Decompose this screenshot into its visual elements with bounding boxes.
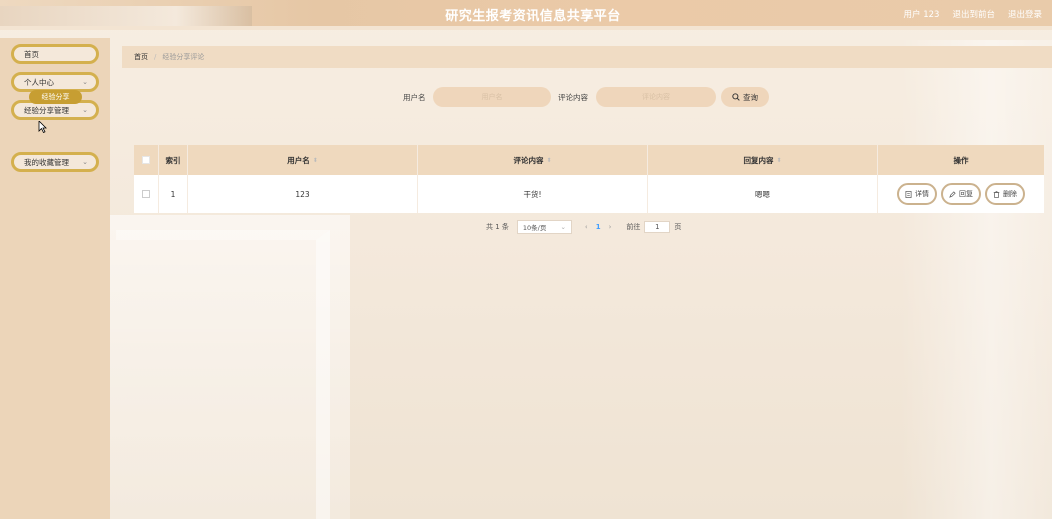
- top-header: 研究生报考资讯信息共享平台 用户 123 退出到前台 退出登录: [0, 0, 1052, 30]
- column-header-label: 索引: [165, 155, 181, 165]
- delete-button-label: 删除: [1003, 190, 1017, 198]
- cell-username: 123: [188, 175, 418, 213]
- sidebar-subitem-experience-share[interactable]: 经验分享: [29, 90, 82, 104]
- sidebar-item-personal-center[interactable]: 个人中心 ⌄: [11, 72, 99, 92]
- page-suffix: 页: [674, 223, 682, 231]
- query-button[interactable]: 查询: [721, 87, 769, 107]
- header-select-all[interactable]: [134, 145, 159, 175]
- background-frame: [116, 230, 330, 519]
- comments-table: 索引 用户名 ⬍ 评论内容 ⬍ 回复内容 ⬍ 操作 1 123 干货! 嗯嗯 详情 回…: [134, 145, 1044, 213]
- table-row: 1 123 干货! 嗯嗯 详情 回复 删除: [134, 175, 1044, 213]
- sort-icon[interactable]: ⬍: [546, 157, 551, 164]
- logout-link[interactable]: 退出登录: [1008, 8, 1042, 20]
- breadcrumb-current: 经验分享评论: [162, 53, 205, 61]
- next-page-icon[interactable]: ›: [609, 223, 612, 231]
- comment-label: 评论内容: [558, 93, 588, 102]
- username-label: 用户名: [403, 93, 426, 102]
- cell-reply: 嗯嗯: [648, 175, 878, 213]
- column-header-index: 索引: [159, 145, 188, 175]
- cell-comment: 干货!: [418, 175, 648, 213]
- chevron-down-icon: ⌄: [82, 78, 88, 86]
- column-header-label: 操作: [953, 155, 969, 165]
- select-all-checkbox[interactable]: [142, 156, 150, 164]
- sidebar-item-label: 经验分享管理: [24, 105, 69, 115]
- search-icon: [732, 93, 740, 101]
- trash-icon: [993, 190, 1000, 198]
- cell-operations: 详情 回复 删除: [878, 175, 1044, 213]
- goto-page-input[interactable]: 1: [644, 221, 671, 233]
- app-title: 研究生报考资讯信息共享平台: [445, 9, 621, 24]
- exit-to-frontend-link[interactable]: 退出到前台: [952, 8, 995, 20]
- column-header-reply[interactable]: 回复内容 ⬍: [648, 145, 878, 175]
- header-actions: 用户 123 退出到前台 退出登录: [904, 8, 1042, 20]
- reply-button-label: 回复: [959, 190, 973, 198]
- reply-button[interactable]: 回复: [941, 183, 981, 205]
- detail-button-label: 详情: [915, 190, 929, 198]
- row-select[interactable]: [134, 175, 159, 213]
- sidebar-item-label: 首页: [24, 49, 39, 59]
- row-checkbox[interactable]: [142, 190, 150, 198]
- column-header-operations: 操作: [878, 145, 1044, 175]
- current-page-number[interactable]: 1: [596, 223, 601, 231]
- cell-index: 1: [159, 175, 188, 213]
- sort-icon[interactable]: ⬍: [776, 157, 781, 164]
- column-header-comment[interactable]: 评论内容 ⬍: [418, 145, 648, 175]
- chevron-down-icon: ⌄: [560, 223, 566, 231]
- page-size-select[interactable]: 10条/页 ⌄: [516, 220, 572, 234]
- sort-icon[interactable]: ⬍: [313, 157, 318, 164]
- sidebar-item-label: 我的收藏管理: [24, 157, 69, 167]
- document-icon: [905, 190, 912, 198]
- prev-page-icon[interactable]: ‹: [585, 223, 588, 231]
- pagination-total: 共 1 条: [486, 223, 509, 231]
- pagination: 共 1 条 10条/页 ⌄ ‹ 1 › 前往 1 页: [486, 220, 681, 234]
- delete-button[interactable]: 删除: [985, 183, 1025, 205]
- breadcrumb-home[interactable]: 首页: [134, 52, 148, 62]
- current-user: 用户 123: [903, 10, 940, 20]
- background-glow: [900, 40, 1052, 519]
- table-header-row: 索引 用户名 ⬍ 评论内容 ⬍ 回复内容 ⬍ 操作: [134, 145, 1044, 175]
- sidebar-item-favorites-management[interactable]: 我的收藏管理 ⌄: [11, 152, 99, 172]
- column-header-username[interactable]: 用户名 ⬍: [188, 145, 418, 175]
- username-search-input[interactable]: [433, 87, 551, 107]
- query-button-label: 查询: [743, 92, 758, 102]
- mouse-cursor-icon: [38, 121, 47, 133]
- breadcrumb: 首页 / 经验分享评论: [122, 46, 1052, 68]
- chevron-down-icon: ⌄: [82, 158, 88, 166]
- column-header-label: 评论内容: [513, 155, 544, 165]
- breadcrumb-separator: /: [154, 53, 157, 61]
- goto-label: 前往: [626, 223, 641, 231]
- column-header-label: 回复内容: [743, 155, 774, 165]
- sidebar-item-label: 个人中心: [24, 77, 54, 87]
- sidebar-item-home[interactable]: 首页: [11, 44, 99, 64]
- background-panel: [110, 215, 350, 519]
- page-size-value: 10条/页: [522, 224, 547, 232]
- edit-icon: [949, 190, 956, 198]
- column-header-label: 用户名: [287, 155, 310, 165]
- comment-search-input[interactable]: [596, 87, 716, 107]
- chevron-down-icon: ⌄: [82, 106, 88, 114]
- detail-button[interactable]: 详情: [897, 183, 937, 205]
